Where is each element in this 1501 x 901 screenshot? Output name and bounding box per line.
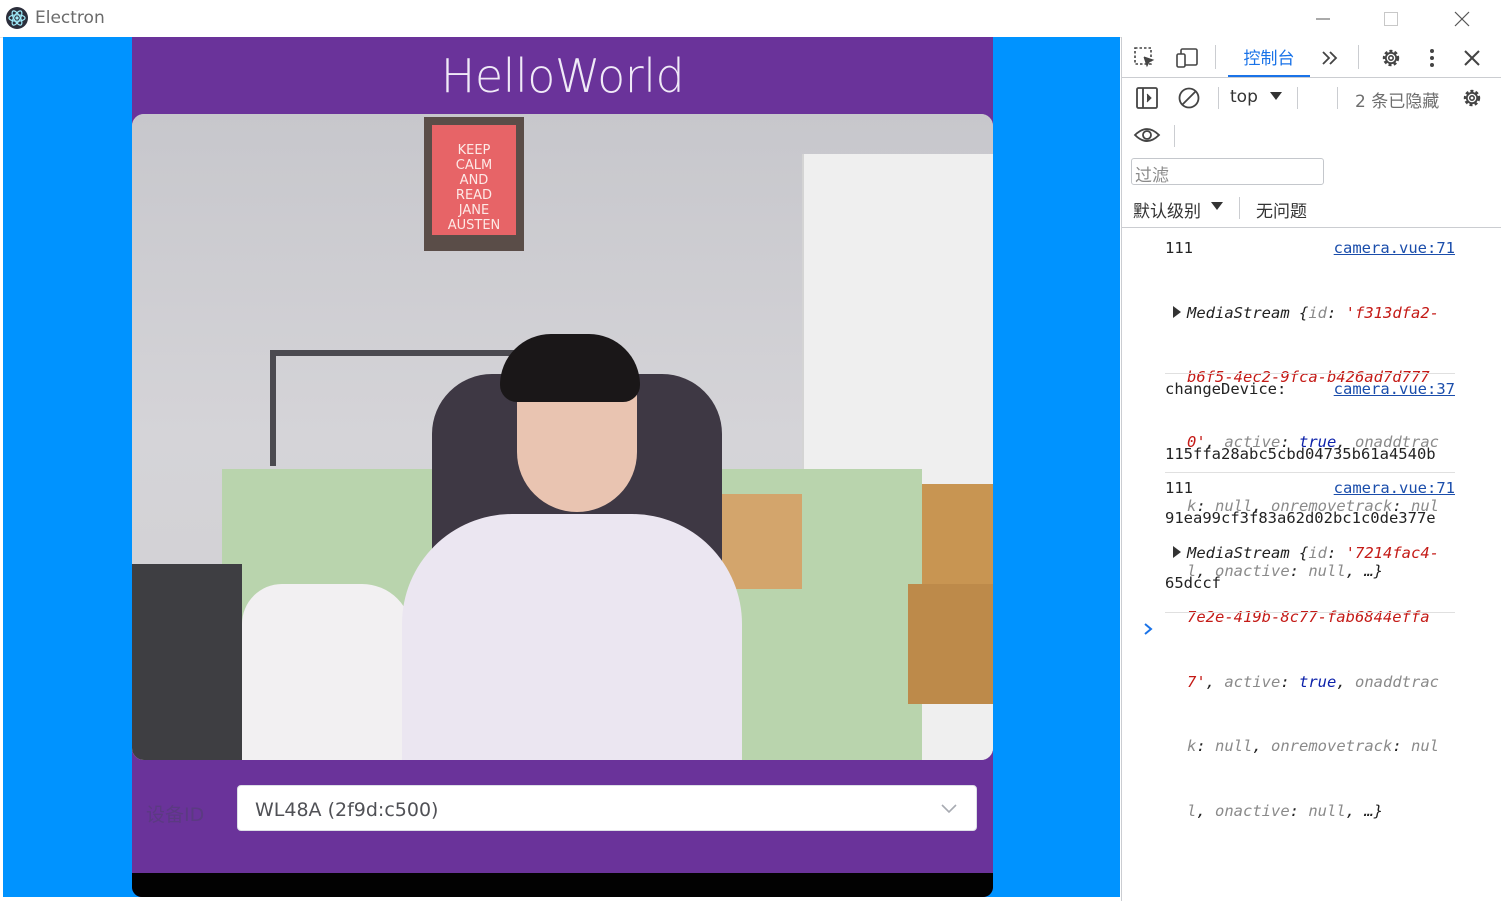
poster-text: KEEP CALM AND READ JANE AUSTEN: [432, 125, 516, 235]
close-devtools-button[interactable]: [1460, 46, 1484, 70]
block-icon: [1178, 87, 1200, 109]
device-toggle-icon: [1176, 48, 1198, 68]
log-label: 111: [1165, 479, 1193, 497]
cardboard-box: [722, 494, 802, 589]
settings-button[interactable]: [1378, 45, 1404, 71]
console-settings-button[interactable]: [1459, 85, 1485, 111]
double-chevron-right-icon: [1322, 51, 1338, 65]
object-preview[interactable]: MediaStream {id: '7214fac4- 7e2e-419b-8c…: [1187, 500, 1439, 866]
device-toolbar-button[interactable]: [1174, 45, 1202, 71]
issues-indicator[interactable]: 无问题: [1256, 197, 1307, 222]
wall-poster: KEEP CALM AND READ JANE AUSTEN: [424, 117, 524, 251]
console-prompt[interactable]: [1142, 620, 1154, 641]
device-select-value: WL48A (2f9d:c500): [255, 799, 439, 821]
console-message: 111 camera.vue:71 MediaStream {id: 'f313…: [1165, 238, 1455, 580]
clear-console-button[interactable]: [1176, 85, 1202, 111]
camera-video[interactable]: KEEP CALM AND READ JANE AUSTEN: [132, 114, 993, 760]
filter-placeholder: 过滤: [1135, 166, 1169, 186]
message-divider: [1165, 373, 1455, 374]
message-divider: [1165, 612, 1455, 613]
sidebar-toggle-button[interactable]: [1134, 85, 1160, 111]
title-bar: Electron: [0, 0, 1501, 38]
log-label: changeDevice:: [1165, 380, 1287, 398]
prompt-chevron-icon: [1144, 623, 1153, 635]
log-levels-dropdown[interactable]: 默认级别: [1133, 197, 1201, 222]
close-button[interactable]: [1439, 0, 1485, 37]
device-select[interactable]: WL48A (2f9d:c500): [237, 785, 977, 831]
source-link[interactable]: camera.vue:71: [1334, 478, 1455, 500]
more-tabs-button[interactable]: [1318, 46, 1342, 70]
tab-console[interactable]: 控制台: [1228, 37, 1310, 77]
caret-down-icon: [1270, 92, 1282, 100]
gear-icon: [1382, 49, 1400, 67]
filter-input[interactable]: 过滤: [1131, 158, 1324, 186]
inspect-element-button[interactable]: [1132, 45, 1158, 71]
person-hair: [500, 334, 640, 402]
separator: [1239, 197, 1240, 219]
console-message: 111 camera.vue:71 MediaStream {id: '7214…: [1165, 478, 1455, 820]
minimize-icon: [1316, 18, 1330, 19]
bottom-bar: [132, 873, 993, 897]
page-title: HelloWorld: [440, 49, 685, 103]
separator: [1174, 125, 1175, 147]
maximize-button[interactable]: [1368, 0, 1414, 37]
maximize-icon: [1384, 11, 1398, 26]
devtools-tabbar: 控制台: [1122, 37, 1501, 78]
separator: [1218, 87, 1219, 109]
inspect-icon: [1134, 47, 1155, 68]
source-link[interactable]: camera.vue:37: [1334, 379, 1455, 401]
vertical-dots-icon: [1430, 49, 1434, 67]
console-message: changeDevice: camera.vue:37 115ffa28abc5…: [1165, 379, 1455, 592]
pillow: [242, 584, 412, 760]
source-link[interactable]: camera.vue:71: [1334, 238, 1455, 260]
console-messages: 111 camera.vue:71 MediaStream {id: 'f313…: [1122, 227, 1501, 820]
electron-logo-icon: [6, 7, 28, 29]
camera-panel: HelloWorld KEEP CALM AND READ JANE AUSTE…: [132, 37, 993, 897]
log-label: 111: [1165, 239, 1193, 257]
separator: [1297, 87, 1298, 109]
close-icon: [1464, 50, 1480, 66]
chevron-down-icon: [941, 804, 957, 814]
gear-icon: [1463, 89, 1481, 107]
eye-icon: [1133, 128, 1161, 142]
expand-triangle-icon[interactable]: [1173, 306, 1181, 318]
close-icon: [1454, 11, 1470, 26]
cardboard-box: [908, 584, 993, 704]
context-selector[interactable]: top: [1230, 87, 1258, 107]
minimize-button[interactable]: [1300, 0, 1346, 37]
window-title: Electron: [35, 8, 105, 28]
person-body: [402, 514, 742, 760]
expand-triangle-icon[interactable]: [1173, 546, 1181, 558]
monitor: [132, 564, 242, 760]
app-viewport: HelloWorld KEEP CALM AND READ JANE AUSTE…: [3, 37, 1120, 897]
hidden-messages-count[interactable]: 2 条已隐藏: [1355, 87, 1439, 112]
message-divider: [1165, 472, 1455, 473]
caret-down-icon: [1211, 202, 1223, 210]
live-expression-button[interactable]: [1132, 123, 1162, 147]
separator: [1337, 87, 1338, 109]
devtools-panel: 控制台 top 2 条已隐藏 过滤 默认级别 无问题 111 camera.vu…: [1121, 37, 1501, 901]
separator: [1215, 45, 1216, 69]
more-options-button[interactable]: [1422, 46, 1442, 70]
device-id-label: 设备ID: [146, 804, 205, 826]
separator: [1358, 45, 1359, 69]
sidebar-icon: [1136, 87, 1158, 109]
